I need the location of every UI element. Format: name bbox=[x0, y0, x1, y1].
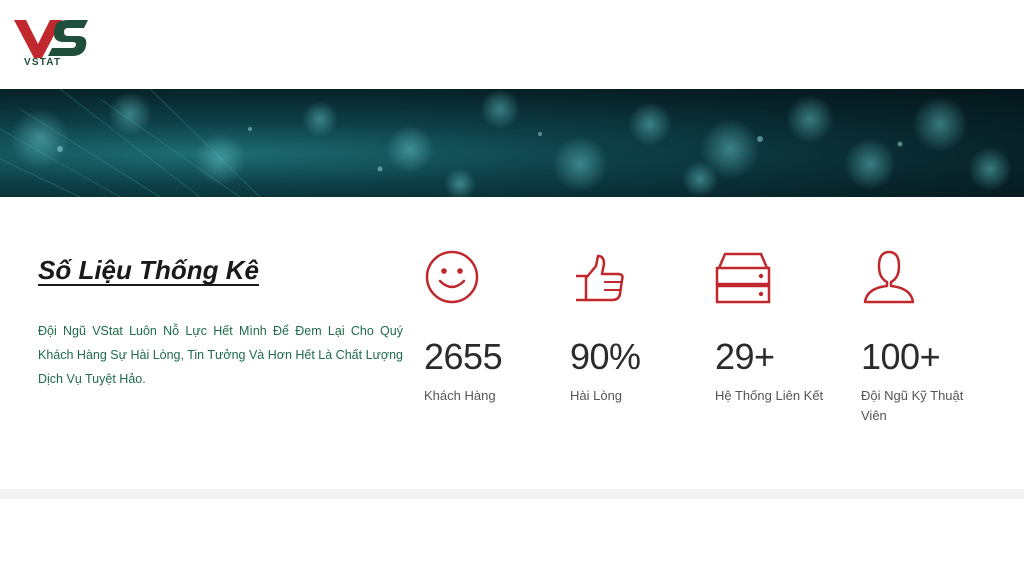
section-description: Đội Ngũ VStat Luôn Nỗ Lực Hết Mình Để Đe… bbox=[38, 324, 403, 386]
stat-customers: 2655 Khách Hàng bbox=[424, 248, 564, 403]
stat-value: 100+ bbox=[861, 336, 941, 377]
stat-value: 29+ bbox=[715, 336, 775, 377]
stat-satisfaction: 90% Hài Lòng bbox=[570, 248, 710, 403]
section-title: Số Liệu Thống Kê bbox=[38, 255, 259, 285]
user-icon bbox=[863, 250, 915, 304]
hero-banner bbox=[0, 89, 1024, 197]
stat-label: Hài Lòng bbox=[570, 388, 623, 403]
stat-technicians: 100+ Đội Ngũ Kỹ Thuật Viên bbox=[861, 248, 1001, 423]
stat-label: Hệ Thống Liên Kết bbox=[715, 388, 824, 403]
fiber-optic-image bbox=[0, 89, 1012, 197]
stat-value: 90% bbox=[570, 336, 641, 377]
section-divider bbox=[0, 489, 1024, 499]
smiley-icon bbox=[425, 250, 479, 304]
server-icon bbox=[715, 252, 771, 304]
thumbs-up-icon bbox=[576, 254, 624, 302]
logo-wordmark: VSTAT bbox=[24, 57, 62, 68]
stat-value: 2655 bbox=[424, 336, 503, 377]
stat-systems: 29+ Hệ Thống Liên Kết bbox=[715, 248, 855, 403]
stat-label: Khách Hàng bbox=[424, 388, 496, 403]
site-header: VSTAT bbox=[0, 0, 1024, 89]
stat-label: Đội Ngũ Kỹ Thuật Viên bbox=[861, 388, 964, 423]
